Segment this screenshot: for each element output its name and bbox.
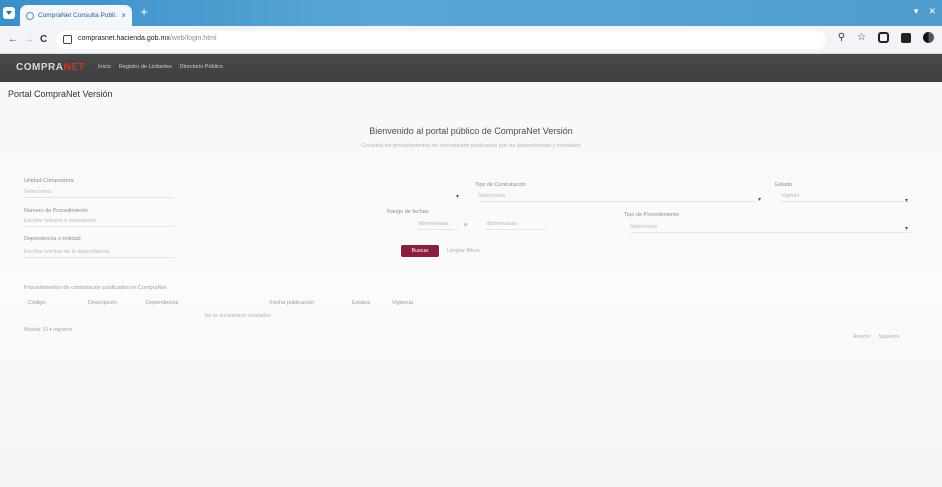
chevron-down-icon[interactable]: ▾ [758,196,761,203]
browser-window: CompraNet Consulta Publi... × + ▾ ✕ ← → … [0,0,942,487]
search-button[interactable]: Buscar [401,245,439,257]
unidad-label: Unidad Compradora [24,178,74,184]
fecha-hasta-input[interactable]: dd/mm/aaaa [486,218,546,230]
zoom-icon[interactable]: ⚲ [838,32,845,43]
estado-select[interactable]: Vigente [781,190,911,202]
fecha-label: Rango de fechas [387,209,429,215]
window-controls: ▾ ✕ [914,6,936,17]
estado-label: Estado [775,182,793,188]
extension-icon[interactable] [878,32,889,43]
dependencia-label: Dependencia o entidad [24,236,81,242]
nav-link-registro[interactable]: Registro de Licitantes [119,64,172,70]
column-header[interactable]: Vigencia [392,300,413,306]
column-header[interactable]: Descripción [88,300,117,306]
site-header: COMPRANET Inicio Registro de Licitantes … [0,54,942,82]
url-host: comprasnet.hacienda.gob.mx [78,35,170,42]
url-path: /web/login.html [169,35,217,42]
page-title: Bienvenido al portal público de CompraNe… [369,126,573,136]
new-tab-button[interactable]: + [138,5,150,18]
reload-icon[interactable]: C [40,34,47,45]
sidepanel-icon[interactable] [901,32,911,43]
results-title: Procedimientos de contratación publicado… [24,285,167,291]
chevron-down-icon[interactable]: ▾ [914,6,919,17]
page-subtitle: Consulta los procedimientos de contratac… [361,143,581,149]
clear-filters-link[interactable]: Limpiar filtros [447,248,480,254]
per-page-suffix: registros [53,327,73,333]
chevron-down-icon[interactable]: ▾ [905,225,908,232]
per-page-value[interactable]: 10 [42,327,48,333]
chevron-down-icon[interactable]: ▾ [905,197,908,204]
browser-toolbar: ← → C comprasnet.hacienda.gob.mx/web/log… [0,26,942,54]
nav-link-inicio[interactable]: Inicio [98,64,111,70]
chevron-down-icon[interactable]: ▾ [456,193,459,200]
tipo-contratacion-label: Tipo de Contratación [475,182,526,188]
breadcrumb: Portal CompraNet Versión [8,89,113,99]
tipo-procedimiento-label: Tipo de Procedimiento [624,212,679,218]
toolbar-actions: ⚲ ☆ [838,32,934,43]
bookmark-star-icon[interactable]: ☆ [857,32,866,43]
tipo-contratacion-select[interactable]: Selecciona [478,190,758,202]
close-icon[interactable]: ✕ [928,6,936,17]
empty-results-message: No se encontraron resultados [205,313,271,319]
logo-accent: NET [63,62,85,73]
fecha-separator: a [464,222,468,228]
numero-label: Número de Procedimiento [24,208,88,214]
tab-close-icon[interactable]: × [121,11,126,20]
browser-tab[interactable]: CompraNet Consulta Publi... × [20,5,132,26]
pager-next-button[interactable]: Siguiente [879,334,900,340]
unidad-select[interactable]: Selecciona [24,186,174,198]
tipo-procedimiento-select[interactable]: Selecciona [630,221,910,233]
column-header[interactable]: Código [28,300,45,306]
globe-icon [26,11,34,20]
site-info-icon[interactable] [63,35,72,44]
column-header[interactable]: Estatus [352,300,370,306]
back-icon[interactable]: ← [8,34,18,45]
per-page-label: Mostrar [24,327,41,333]
column-header[interactable]: Dependencia [146,300,178,306]
address-bar[interactable]: comprasnet.hacienda.gob.mx/web/login.htm… [56,31,826,49]
tab-strip: CompraNet Consulta Publi... × + ▾ ✕ [0,0,942,26]
dependencia-input[interactable]: Escribe nombre de la dependencia [24,246,174,258]
site-nav: Inicio Registro de Licitantes Directorio… [98,64,223,70]
profile-avatar[interactable] [923,32,934,43]
tab-title: CompraNet Consulta Publi... [38,12,118,19]
logo-main: COMPRA [16,62,64,73]
tab-search-icon[interactable] [3,7,15,19]
fecha-desde-input[interactable]: dd/mm/aaaa [418,218,458,230]
nav-link-directorio[interactable]: Directorio Público [180,64,223,70]
per-page-control[interactable]: Mostrar 10 ▾ registros [24,327,72,333]
compranet-logo[interactable]: COMPRANET [16,62,85,73]
numero-input[interactable]: Escribe número o descripción [24,215,174,227]
column-header[interactable]: Fecha publicación [270,300,314,306]
forward-icon[interactable]: → [24,34,34,45]
pagination: Anterior Siguiente [853,334,899,340]
url-text: comprasnet.hacienda.gob.mx/web/login.htm… [78,35,217,42]
pager-prev-button[interactable]: Anterior [853,334,871,340]
